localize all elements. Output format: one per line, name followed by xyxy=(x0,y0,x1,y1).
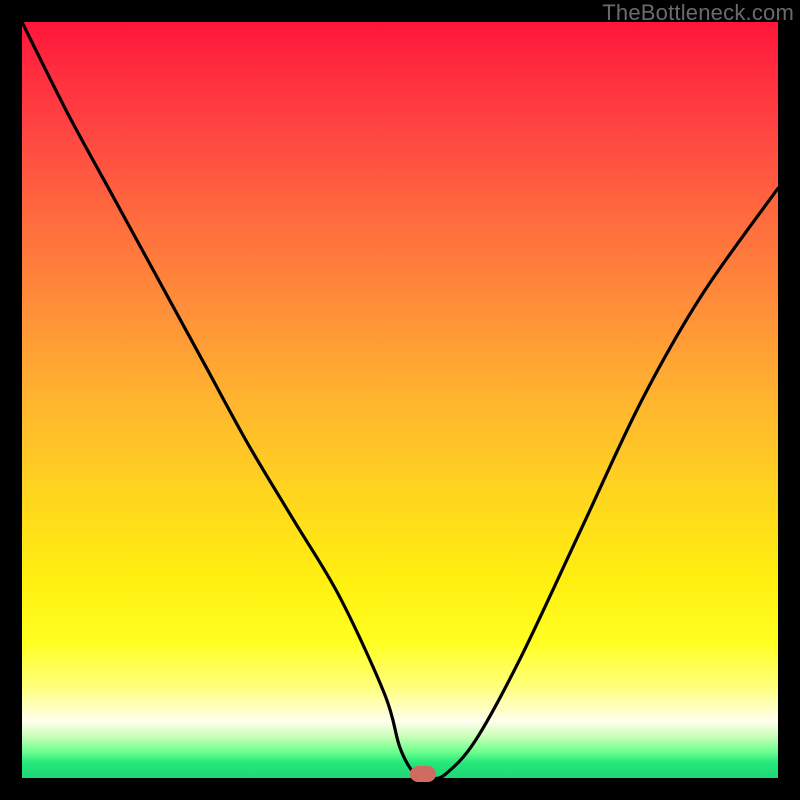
watermark-text: TheBottleneck.com xyxy=(602,0,794,26)
optimal-point-marker xyxy=(410,766,436,782)
chart-frame xyxy=(22,22,778,778)
bottleneck-curve xyxy=(22,22,778,778)
